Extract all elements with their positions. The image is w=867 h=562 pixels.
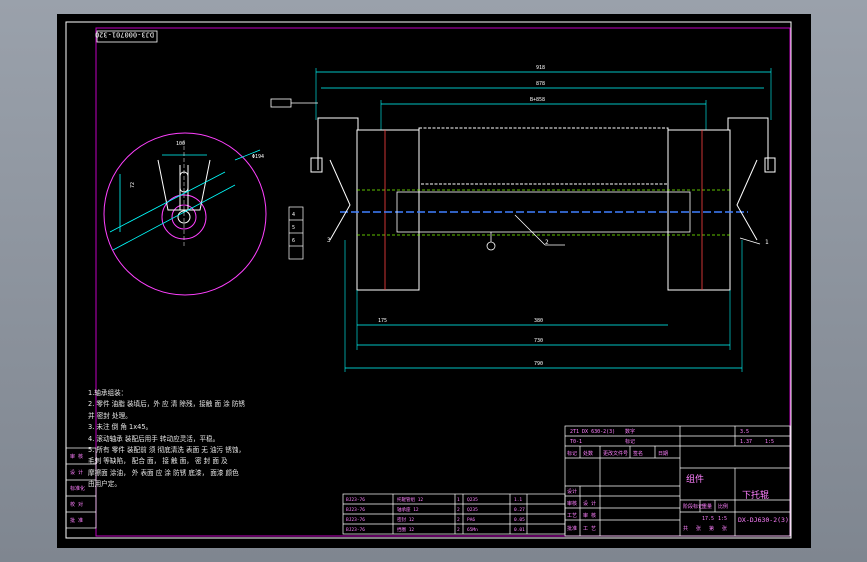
- svg-text:轴承座 12: 轴承座 12: [397, 506, 419, 513]
- svg-text:BJ23-76: BJ23-76: [346, 507, 365, 513]
- left-stack-label-3: 标准化: [70, 485, 85, 492]
- svg-text:挡圈 12: 挡圈 12: [397, 526, 414, 533]
- svg-text:阶段标记: 阶段标记: [683, 503, 703, 510]
- svg-text:3.5: 3.5: [740, 429, 749, 435]
- note-line: 2. 零件 油脂 装填后，外 应 清 除残，接触 面 涂 防锈: [88, 400, 246, 409]
- svg-text:T0-1: T0-1: [570, 439, 582, 445]
- svg-text:1: 1: [457, 497, 460, 503]
- note-line: 5. 所有 零件 装配前 须 彻底清洗 表面 无 油污 锈蚀，: [88, 446, 246, 455]
- roller-tube-top: [418, 127, 669, 185]
- title-component: 组件: [686, 473, 704, 485]
- svg-text:标记: 标记: [567, 450, 577, 457]
- dim-height-circle: 72: [130, 182, 136, 188]
- left-bracket: [317, 117, 359, 170]
- svg-text:Q235: Q235: [467, 507, 478, 513]
- roller-left-shell: [356, 129, 420, 291]
- dim-diameter-circle: Φ194: [252, 154, 264, 160]
- svg-text:17.5: 17.5: [702, 516, 714, 522]
- svg-text:0.05: 0.05: [514, 517, 525, 523]
- left-stack-label-4: 校 对: [70, 501, 83, 508]
- dim-bottom-total2: 790: [534, 361, 543, 367]
- title-name: 下托辊: [742, 489, 769, 501]
- svg-text:托辊管组 12: 托辊管组 12: [397, 496, 423, 503]
- svg-text:密封 12: 密封 12: [397, 516, 414, 523]
- note-line: 1.轴承组装：: [88, 389, 128, 397]
- title-code: DX-DJ630-2(3): [738, 516, 789, 524]
- svg-text:PA6: PA6: [467, 517, 475, 523]
- bom-table: [342, 493, 566, 535]
- svg-text:65Mn: 65Mn: [467, 527, 478, 533]
- dim-width-circle: 100: [176, 141, 185, 147]
- svg-text:Q235: Q235: [467, 497, 478, 503]
- dim-top1: 918: [536, 65, 545, 71]
- svg-text:2: 2: [457, 517, 460, 523]
- svg-text:签名: 签名: [633, 450, 643, 457]
- svg-text:1:5: 1:5: [718, 516, 727, 522]
- note-line: 摩擦面 涂油， 外 表面 应 涂 防锈 底漆， 面漆 颜色: [88, 468, 239, 477]
- svg-text:共: 共: [683, 525, 688, 532]
- note-line: 3. 未注 倒 角 1x45。: [88, 423, 153, 432]
- svg-text:张: 张: [696, 525, 701, 532]
- note-line: 由用户定。: [88, 480, 121, 489]
- svg-text:标记: 标记: [625, 438, 635, 445]
- svg-text:1.37: 1.37: [740, 439, 752, 445]
- svg-text:处数: 处数: [583, 450, 593, 457]
- left-stack-label-2: 设 计: [70, 469, 83, 476]
- svg-text:审 核: 审 核: [583, 512, 596, 519]
- left-stack-label-1: 审 核: [70, 453, 83, 460]
- svg-text:设 计: 设 计: [583, 500, 596, 507]
- svg-text:审核: 审核: [567, 500, 577, 507]
- svg-text:0.01: 0.01: [514, 527, 525, 533]
- callout-5: 5: [292, 225, 295, 231]
- svg-text:BJ23-76: BJ23-76: [346, 527, 365, 533]
- svg-text:日期: 日期: [658, 451, 668, 457]
- svg-text:张: 张: [722, 525, 727, 532]
- dim-bottom-total1: 730: [534, 338, 543, 344]
- side-view: [103, 132, 267, 296]
- callout-3: 3: [327, 237, 331, 244]
- svg-text:2: 2: [457, 507, 460, 513]
- left-stack-label-5: 批 准: [70, 517, 83, 524]
- svg-text:工 艺: 工 艺: [583, 526, 596, 532]
- dim-bottom-left: 175: [378, 318, 387, 324]
- svg-text:0.27: 0.27: [514, 507, 525, 513]
- svg-text:更改文件号: 更改文件号: [603, 450, 628, 457]
- svg-text:数字: 数字: [625, 428, 635, 435]
- dim-top3: B+858: [530, 97, 545, 103]
- svg-text:BJ23-76: BJ23-76: [346, 497, 365, 503]
- svg-text:比例: 比例: [718, 503, 728, 510]
- technical-notes: 1.轴承组装： 2. 零件 油脂 装填后，外 应 清 除残，接触 面 涂 防锈 …: [88, 388, 288, 491]
- svg-text:设计: 设计: [567, 488, 577, 495]
- svg-text:BJ23-76: BJ23-76: [346, 517, 365, 523]
- dim-bottom-mid: 380: [534, 318, 543, 324]
- roller-right-shell: [667, 129, 731, 291]
- callout-1: 1: [765, 239, 769, 246]
- svg-text:1.1: 1.1: [514, 497, 522, 503]
- svg-text:重量: 重量: [702, 503, 712, 510]
- front-view: [270, 68, 776, 372]
- svg-text:工艺: 工艺: [567, 513, 577, 519]
- svg-text:批准: 批准: [567, 525, 577, 532]
- note-line: 4. 滚动轴承 装配后用手 转动应灵活，平稳。: [88, 434, 220, 443]
- callout-4: 4: [292, 212, 295, 218]
- code-tag: DJ3-000701-320: [95, 31, 154, 39]
- svg-text:2: 2: [457, 527, 460, 533]
- callout-6: 6: [292, 238, 295, 244]
- svg-text:第: 第: [709, 525, 714, 532]
- dim-top2: 878: [536, 81, 545, 87]
- note-line: 并 密封 处理。: [88, 411, 132, 420]
- svg-text:2T1 DX 630-2(3): 2T1 DX 630-2(3): [570, 429, 615, 435]
- note-line: 毛刺 等缺陷， 配合 面， 接 触 面， 密 封 面 及: [88, 457, 228, 466]
- right-bracket: [727, 117, 769, 170]
- callout-2: 2: [545, 239, 549, 246]
- svg-text:1:5: 1:5: [765, 439, 774, 445]
